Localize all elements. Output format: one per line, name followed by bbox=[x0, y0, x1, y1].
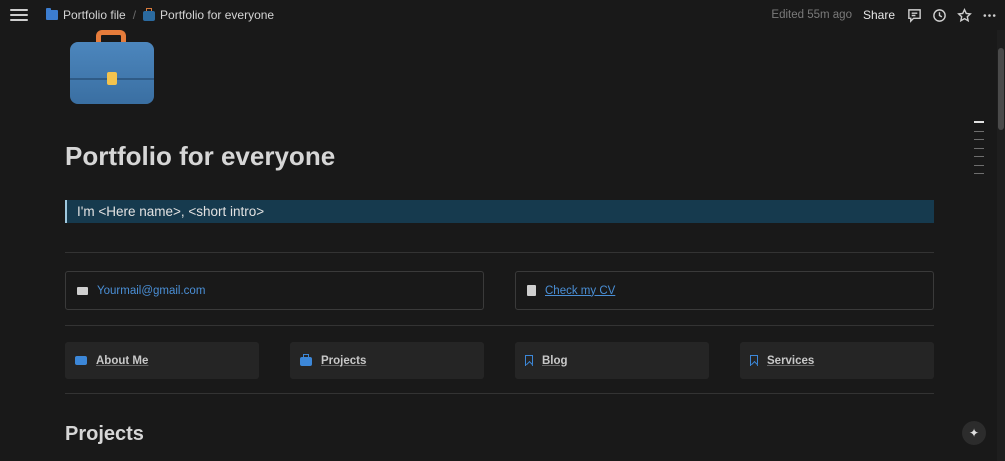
top-bar: Portfolio file / Portfolio for everyone … bbox=[0, 0, 1005, 30]
cv-card[interactable]: Check my CV bbox=[515, 271, 934, 310]
topbar-actions: Edited 55m ago Share bbox=[771, 7, 997, 23]
email-card[interactable]: Yourmail@gmail.com bbox=[65, 271, 484, 310]
toc-line[interactable] bbox=[974, 156, 984, 157]
ai-sparkle-icon[interactable]: ✦ bbox=[962, 421, 986, 445]
briefcase-icon bbox=[143, 8, 156, 21]
sidebar-toggle-icon[interactable] bbox=[10, 7, 28, 23]
divider bbox=[65, 325, 934, 326]
intro-callout[interactable]: I'm <Here name>, <short intro> bbox=[65, 200, 934, 223]
nav-card-projects[interactable]: Projects bbox=[290, 342, 484, 379]
document-icon bbox=[527, 285, 536, 296]
nav-card-label: About Me bbox=[96, 354, 149, 367]
breadcrumb-separator: / bbox=[132, 8, 137, 22]
toc-line[interactable] bbox=[974, 121, 984, 123]
toc-line[interactable] bbox=[974, 130, 984, 132]
nav-card-label: Services bbox=[767, 354, 815, 367]
toc-line[interactable] bbox=[974, 139, 984, 140]
scrollbar[interactable] bbox=[997, 30, 1005, 461]
divider bbox=[65, 393, 934, 394]
id-card-icon bbox=[75, 356, 87, 365]
bookmark-icon bbox=[750, 355, 758, 366]
table-of-contents[interactable] bbox=[974, 121, 984, 174]
nav-card-about-me[interactable]: About Me bbox=[65, 342, 259, 379]
page-briefcase-icon[interactable] bbox=[70, 30, 154, 104]
email-link[interactable]: Yourmail@gmail.com bbox=[97, 285, 205, 297]
history-icon[interactable] bbox=[931, 7, 947, 23]
bookmark-icon bbox=[525, 355, 533, 366]
cv-link[interactable]: Check my CV bbox=[545, 285, 615, 297]
nav-card-label: Projects bbox=[321, 354, 367, 367]
toc-line[interactable] bbox=[974, 147, 984, 149]
email-icon bbox=[77, 286, 88, 295]
star-icon[interactable] bbox=[956, 7, 972, 23]
page-title[interactable]: Portfolio for everyone bbox=[65, 141, 335, 172]
more-icon[interactable] bbox=[981, 7, 997, 23]
intro-text: I'm <Here name>, <short intro> bbox=[77, 204, 265, 219]
divider bbox=[65, 252, 934, 253]
nav-card-services[interactable]: Services bbox=[740, 342, 934, 379]
share-button[interactable]: Share bbox=[863, 8, 895, 22]
briefcase-icon bbox=[300, 354, 312, 366]
toc-line[interactable] bbox=[974, 173, 984, 174]
comments-icon[interactable] bbox=[906, 7, 922, 23]
folder-icon bbox=[46, 8, 58, 20]
breadcrumb-item-current-page[interactable]: Portfolio for everyone bbox=[139, 6, 278, 24]
nav-card-blog[interactable]: Blog bbox=[515, 342, 709, 379]
edited-timestamp: Edited 55m ago bbox=[771, 9, 852, 21]
breadcrumb-label: Portfolio for everyone bbox=[160, 8, 275, 22]
breadcrumb-label: Portfolio file bbox=[63, 8, 126, 22]
scrollbar-thumb[interactable] bbox=[998, 48, 1004, 130]
toc-line[interactable] bbox=[974, 164, 984, 166]
section-heading-projects[interactable]: Projects bbox=[65, 423, 144, 446]
breadcrumb-item-portfolio-file[interactable]: Portfolio file bbox=[42, 6, 130, 24]
nav-card-label: Blog bbox=[542, 354, 568, 367]
